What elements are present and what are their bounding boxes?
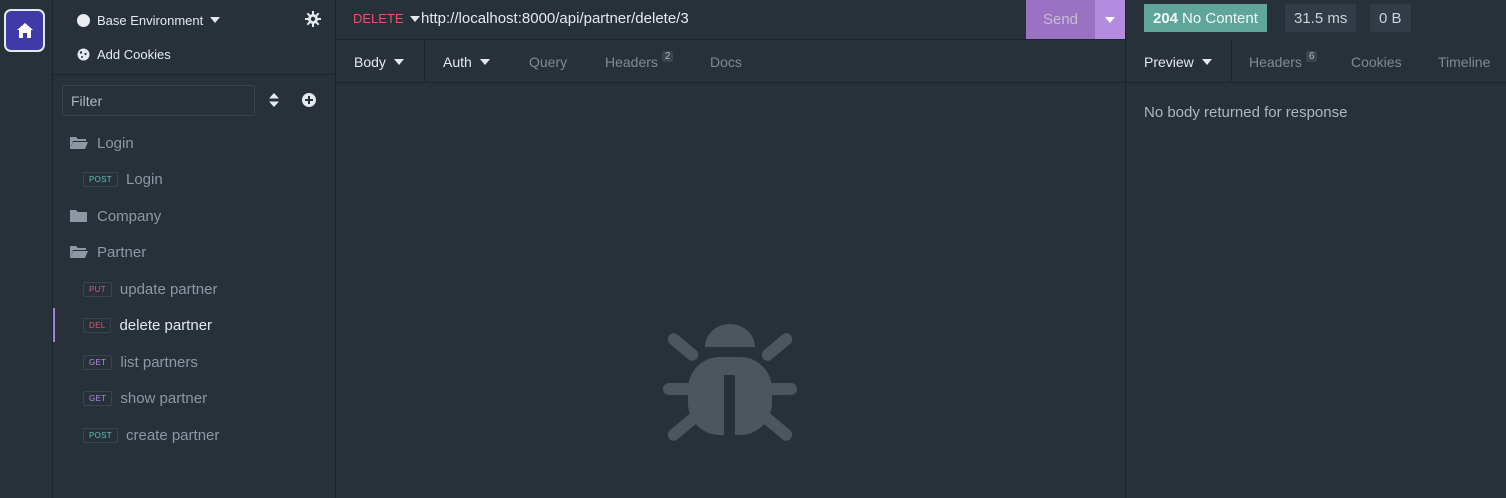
request-body-panel <box>336 84 1125 498</box>
tab-body[interactable]: Body <box>354 41 404 83</box>
method-label: DELETE <box>353 11 404 26</box>
tab-label: Timeline <box>1438 54 1491 70</box>
bug-icon <box>663 324 797 443</box>
home-button[interactable] <box>4 9 45 52</box>
method-dropdown[interactable]: DELETE <box>353 11 420 26</box>
request-label: update partner <box>119 280 218 298</box>
request-item-login[interactable]: POST Login <box>53 162 335 196</box>
folder-open-icon <box>70 246 88 258</box>
caret-down-icon <box>393 59 404 65</box>
folder-label: Company <box>97 207 162 225</box>
folder-login[interactable]: Login <box>53 126 335 160</box>
folder-company[interactable]: Company <box>53 199 335 233</box>
caret-down-icon <box>479 59 490 65</box>
tab-label: Docs <box>710 54 742 70</box>
cookie-icon <box>77 48 90 60</box>
tab-divider <box>1231 41 1232 83</box>
tab-query[interactable]: Query <box>529 41 567 83</box>
divider <box>53 74 335 75</box>
status-text: No Content <box>1182 9 1258 27</box>
request-tabs: Body Auth Query Headers 2 Docs <box>336 41 1125 83</box>
tab-label: Auth <box>443 54 472 70</box>
tab-response-headers[interactable]: Headers 6 <box>1249 41 1318 83</box>
method-badge: PUT <box>83 281 112 297</box>
request-label: list partners <box>120 353 198 371</box>
response-tabs: Preview Headers 6 Cookies Timeline <box>1126 41 1506 83</box>
count-badge: 2 <box>661 50 674 62</box>
filter-input[interactable] <box>62 85 255 116</box>
tab-label: Body <box>354 54 386 70</box>
sort-icon[interactable] <box>266 92 282 108</box>
environment-label: Base Environment <box>97 12 204 28</box>
caret-down-icon <box>210 17 221 23</box>
tab-label: Query <box>529 54 568 70</box>
response-panel: 204 No Content 31.5 ms 0 B Preview Heade… <box>1125 0 1506 498</box>
request-item-delete-partner[interactable]: DEL delete partner <box>53 308 335 342</box>
tab-label: Headers <box>1249 54 1302 70</box>
tab-docs[interactable]: Docs <box>710 41 742 83</box>
gear-icon[interactable] <box>305 11 321 27</box>
caret-down-icon <box>1201 59 1212 65</box>
send-button[interactable]: Send <box>1026 0 1095 39</box>
app-rail <box>0 0 53 498</box>
tab-timeline[interactable]: Timeline <box>1438 41 1490 83</box>
request-label: Login <box>125 170 163 188</box>
send-options-button[interactable] <box>1095 0 1125 39</box>
request-item-create-partner[interactable]: POST create partner <box>53 418 335 452</box>
tab-cookies[interactable]: Cookies <box>1351 41 1402 83</box>
empty-response-message: No body returned for response <box>1144 104 1348 121</box>
caret-down-icon <box>409 15 420 22</box>
tab-divider <box>424 41 425 83</box>
request-label: delete partner <box>119 316 213 334</box>
response-size-badge: 0 B <box>1370 4 1411 32</box>
caret-down-icon <box>1105 16 1115 23</box>
home-icon <box>16 22 33 38</box>
tab-label: Headers <box>605 54 658 70</box>
url-input[interactable]: http://localhost:8000/api/partner/delete… <box>421 10 689 27</box>
add-circle-icon[interactable] <box>301 92 317 108</box>
sidebar: Base Environment Add Cookies Filter Logi… <box>53 0 336 498</box>
count-badge: 6 <box>1305 50 1318 62</box>
request-item-show-partner[interactable]: GET show partner <box>53 381 335 415</box>
environment-color-icon <box>77 13 90 27</box>
method-badge: DEL <box>83 317 112 333</box>
folder-label: Partner <box>97 243 147 261</box>
request-url-bar: DELETE http://localhost:8000/api/partner… <box>336 0 1125 40</box>
tab-label: Preview <box>1144 54 1194 70</box>
request-item-update-partner[interactable]: PUT update partner <box>53 272 335 306</box>
add-cookies-button[interactable]: Add Cookies <box>77 44 171 64</box>
method-badge: GET <box>83 390 113 406</box>
folder-open-icon <box>70 137 88 149</box>
status-badge: 204 No Content <box>1144 4 1267 32</box>
status-code: 204 <box>1153 9 1179 27</box>
method-badge: POST <box>83 427 118 443</box>
tab-preview[interactable]: Preview <box>1144 41 1212 83</box>
active-indicator <box>53 308 55 342</box>
request-label: show partner <box>120 389 208 407</box>
request-label: create partner <box>125 426 220 444</box>
method-badge: GET <box>83 354 113 370</box>
tab-auth[interactable]: Auth <box>443 41 490 83</box>
tab-label: Cookies <box>1351 54 1402 70</box>
folder-partner[interactable]: Partner <box>53 235 335 269</box>
folder-closed-icon <box>70 210 87 222</box>
add-cookies-label: Add Cookies <box>97 46 171 62</box>
environment-selector[interactable]: Base Environment <box>77 10 221 30</box>
request-item-list-partners[interactable]: GET list partners <box>53 345 335 379</box>
method-badge: POST <box>83 171 118 187</box>
response-time-badge: 31.5 ms <box>1285 4 1357 32</box>
folder-label: Login <box>97 134 134 152</box>
tab-headers[interactable]: Headers 2 <box>605 41 674 83</box>
